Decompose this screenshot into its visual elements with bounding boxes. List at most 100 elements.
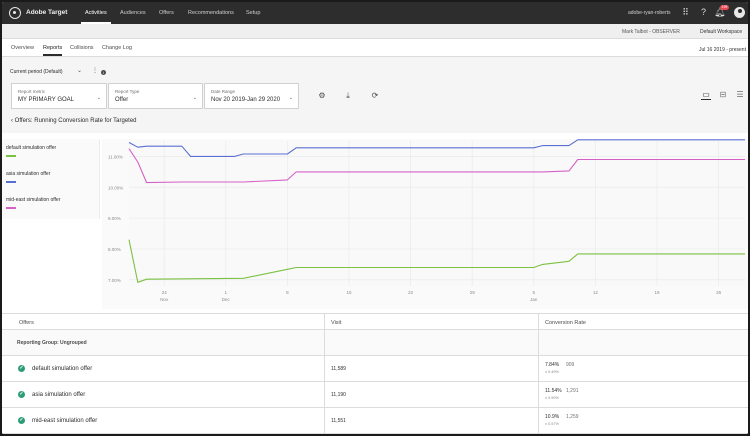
x-tick-month-label: Jan [530, 297, 538, 302]
legend-swatch-mid-east [6, 207, 16, 209]
check-circle-icon: ✓ [18, 365, 25, 372]
report-metric-select[interactable]: Report metric MY PRIMARY GOAL ⌄ [11, 83, 107, 109]
observer-label: Mark Talbot - OBSERVER [622, 28, 680, 35]
report-controls: Current period (Default) ⌄ ⋮ i Report me… [2, 57, 748, 133]
x-tick-label: 19 [654, 290, 660, 295]
column-divider [538, 313, 539, 434]
date-range-select[interactable]: Date Range Nov 20 2019-Jan 29 2020 ⌄ [204, 83, 299, 109]
legend-item-mid-east[interactable]: mid-east simulation offer [6, 197, 60, 203]
download-icon[interactable]: ⤓ [343, 91, 353, 101]
legend-item-default[interactable]: default simulation offer [6, 145, 56, 151]
help-icon[interactable]: ? [698, 7, 709, 18]
date-range-label: Date Range [211, 89, 236, 94]
activity-date-range: Jul 16 2019 - present [699, 47, 746, 53]
user-name[interactable]: adobe-ryan-roberts [628, 10, 671, 16]
report-metric-value: MY PRIMARY GOAL [18, 97, 75, 103]
breadcrumb-label: Offers: Running Conversion Rate for Targ… [14, 118, 137, 124]
conversion-count: 1,291 [566, 388, 579, 394]
chevron-down-icon: ⌄ [96, 95, 101, 101]
offer-name: asia simulation offer [32, 391, 86, 398]
visit-count: 11,190 [331, 392, 346, 398]
nav-audiences[interactable]: Audiences [116, 2, 150, 24]
offer-name: default simulation offer [32, 365, 93, 372]
gear-icon[interactable]: ⚙︎ [317, 91, 327, 101]
workspace-selector[interactable]: Default Workspace [700, 29, 742, 35]
report-type-select[interactable]: Report Type Offer ⌄ [108, 83, 203, 109]
reporting-group-label: Reporting Group: Ungrouped [17, 340, 87, 346]
legend-item-asia[interactable]: asia simulation offer [6, 171, 50, 177]
column-header-conversion-rate[interactable]: Conversion Rate [545, 320, 586, 326]
conversion-count: 1,259 [566, 414, 579, 420]
check-circle-icon: ✓ [18, 391, 25, 398]
period-selector[interactable]: Current period (Default) [10, 69, 63, 75]
nav-setup[interactable]: Setup [242, 2, 264, 24]
conversion-rate: 10.9% [545, 414, 560, 420]
visit-count: 11,589 [331, 366, 346, 372]
report-type-value: Offer [115, 97, 129, 103]
x-tick-label: 29 [470, 290, 476, 295]
y-tick-label: 10.00% [108, 185, 123, 190]
tab-overview[interactable]: Overview [11, 45, 34, 54]
chevron-down-icon[interactable]: ⌄ [77, 67, 82, 74]
breadcrumb[interactable]: ‹ Offers: Running Conversion Rate for Ta… [11, 118, 137, 124]
reporting-group-row: Reporting Group: Ungrouped [2, 330, 748, 356]
app-frame: Adobe Target Activities Audiences Offers… [2, 2, 748, 434]
more-options-icon[interactable]: ⋮ [92, 67, 98, 74]
avatar[interactable] [734, 7, 745, 18]
report-type-label: Report Type [115, 89, 140, 94]
chevron-down-icon: ⌄ [288, 95, 293, 101]
adobe-target-logo-icon[interactable] [9, 7, 21, 19]
y-tick-label: 9.00% [108, 216, 121, 221]
confidence-interval: ± 0.57% [545, 422, 559, 426]
apps-grid-icon[interactable]: ⠿ [680, 7, 691, 18]
x-tick-label: 8 [286, 290, 289, 295]
workspace-bar: Mark Talbot - OBSERVER Default Workspace [2, 24, 748, 39]
conversion-count: 909 [566, 362, 575, 368]
report-metric-label: Report metric [18, 89, 46, 94]
y-tick-label: 11.00% [108, 154, 123, 159]
info-icon[interactable]: i [101, 70, 106, 75]
offer-name: mid-east simulation offer [32, 417, 98, 424]
x-tick-label: 5 [533, 290, 536, 295]
table-row[interactable]: ✓ default simulation offer 11,589 7.84% … [2, 356, 748, 382]
confidence-interval: ± 0.49% [545, 370, 559, 374]
refresh-icon[interactable]: ⟳ [370, 91, 380, 101]
compare-view-icon[interactable]: ⊟ [718, 90, 728, 100]
notification-badge: 199 [720, 5, 729, 10]
offers-table: Offers Visit Conversion Rate Reporting G… [2, 313, 748, 434]
list-view-icon[interactable]: ☰ [735, 90, 745, 100]
conversion-rate: 11.54% [545, 388, 562, 394]
x-tick-label: 22 [408, 290, 414, 295]
tab-collisions[interactable]: Collisions [70, 45, 94, 54]
visit-count: 11,551 [331, 418, 346, 424]
app-name: Adobe Target [26, 9, 68, 16]
table-row[interactable]: ✓ asia simulation offer 11,190 11.54% 1,… [2, 382, 748, 408]
column-divider [324, 313, 325, 434]
table-header: Offers Visit Conversion Rate [2, 313, 748, 330]
top-nav: Adobe Target Activities Audiences Offers… [2, 2, 748, 24]
table-row[interactable]: ✓ mid-east simulation offer 11,551 10.9%… [2, 408, 748, 434]
y-tick-label: 8.00% [108, 247, 121, 252]
date-range-value: Nov 20 2019-Jan 29 2020 [211, 97, 281, 103]
x-tick-label: 12 [593, 290, 599, 295]
legend-swatch-default [6, 155, 16, 157]
line-chart: 11.00% 10.00% 9.00% 8.00% 7.00% 24 Nov 1 Dec 8 15 2… [108, 139, 745, 302]
x-tick-label: 15 [346, 290, 352, 295]
column-header-visit[interactable]: Visit [331, 320, 341, 326]
nav-activities[interactable]: Activities [81, 2, 111, 24]
plot-area [129, 141, 745, 286]
chevron-down-icon: ⌄ [192, 95, 197, 101]
column-header-offers[interactable]: Offers [19, 320, 34, 326]
check-circle-icon: ✓ [18, 417, 25, 424]
chart-legend: default simulation offer asia simulation… [2, 139, 100, 219]
tab-change-log[interactable]: Change Log [102, 45, 132, 54]
conversion-rate-chart: 11.00% 10.00% 9.00% 8.00% 7.00% 24 Nov 1 Dec 8 15 2… [102, 139, 748, 309]
activity-tabs: Overview Reports Collisions Change Log J… [2, 39, 748, 57]
tab-reports[interactable]: Reports [43, 45, 63, 56]
chart-view-icon[interactable]: ▭ [701, 90, 711, 100]
x-tick-label: 26 [716, 290, 722, 295]
nav-recommendations[interactable]: Recommendations [184, 2, 238, 24]
x-tick-month-label: Nov [160, 297, 169, 302]
legend-swatch-asia [6, 181, 16, 183]
nav-offers[interactable]: Offers [155, 2, 178, 24]
